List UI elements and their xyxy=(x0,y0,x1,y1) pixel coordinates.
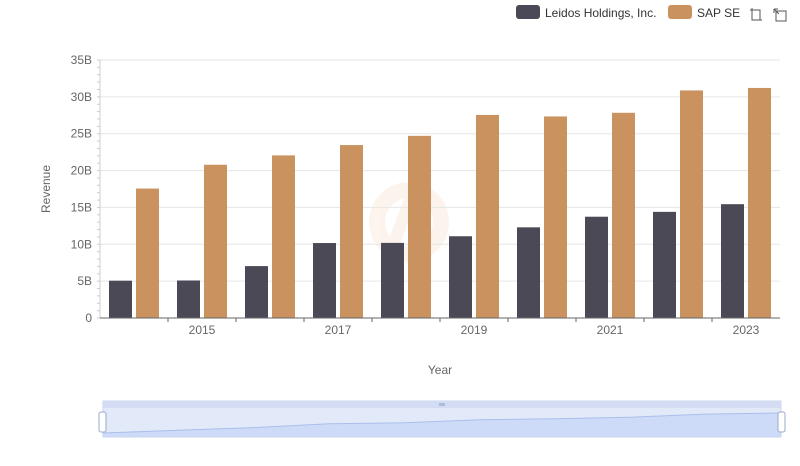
data-zoom-slider[interactable] xyxy=(98,400,786,438)
legend-swatch xyxy=(668,5,692,19)
y-tick-label: 20B xyxy=(71,164,92,178)
y-tick-label: 35B xyxy=(71,53,92,67)
grid-lines xyxy=(100,59,780,282)
bar-leidos-2017 xyxy=(313,243,336,318)
y-tick-label: 15B xyxy=(71,200,92,214)
bar-leidos-2023 xyxy=(721,204,744,318)
bar-leidos-2019 xyxy=(449,236,472,318)
bar-leidos-2018 xyxy=(381,242,404,318)
legend-swatch xyxy=(516,5,540,19)
bar-sap-2014 xyxy=(136,188,159,318)
y-tick-label: 10B xyxy=(71,237,92,251)
revenue-bar-chart: 0 5B 10B 15B 20B 25B 30B 35B 2015 2017 2019 2021 202… xyxy=(39,5,789,438)
bar-sap-2021 xyxy=(612,112,635,319)
slider-handle-left[interactable] xyxy=(98,411,107,433)
slider-handle-right[interactable] xyxy=(777,411,786,433)
y-axis-title: Revenue xyxy=(39,165,53,213)
bar-sap-2016 xyxy=(272,155,295,318)
legend: Leidos Holdings, Inc. SAP SE xyxy=(516,5,740,20)
bar-sap-2022 xyxy=(680,90,703,318)
x-tick-label: 2015 xyxy=(189,323,216,337)
bar-leidos-2015 xyxy=(177,280,200,318)
y-tick-label: 5B xyxy=(77,274,92,288)
x-tick-label: 2019 xyxy=(461,323,488,337)
y-tick-label: 25B xyxy=(71,127,92,141)
bar-sap-2015 xyxy=(204,164,227,318)
bar-sap-2020 xyxy=(544,116,567,318)
zoom-select-icon[interactable] xyxy=(748,7,764,23)
legend-label: Leidos Holdings, Inc. xyxy=(545,6,656,20)
bar-sap-2023 xyxy=(748,87,771,318)
x-tick-label: 2021 xyxy=(597,323,624,337)
bar-leidos-2022 xyxy=(653,211,676,318)
bar-sap-2019 xyxy=(476,114,499,318)
bar-leidos-2014 xyxy=(109,280,132,318)
bar-sap-2017 xyxy=(340,145,363,318)
x-axis-title: Year xyxy=(428,363,452,377)
chart-container: 0 5B 10B 15B 20B 25B 30B 35B 2015 2017 2019 2021 202… xyxy=(0,0,800,461)
legend-label: SAP SE xyxy=(697,6,740,20)
bar-sap-2018 xyxy=(408,135,431,318)
bar-leidos-2021 xyxy=(585,216,608,318)
y-tick-label: 0 xyxy=(85,311,92,325)
zoom-reset-icon[interactable] xyxy=(773,7,789,23)
x-tick-label: 2017 xyxy=(325,323,352,337)
x-tick-label: 2023 xyxy=(733,323,760,337)
bar-leidos-2020 xyxy=(517,227,540,318)
y-tick-label: 30B xyxy=(71,90,92,104)
bar-leidos-2016 xyxy=(245,266,268,318)
